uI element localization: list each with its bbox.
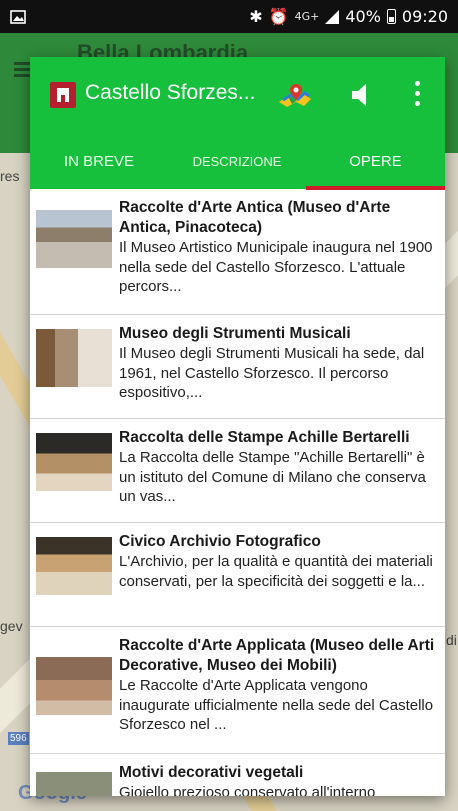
list-item[interactable]: Raccolte d'Arte Antica (Museo d'Arte Ant… [30, 189, 445, 315]
item-description: Le Raccolte d'Arte Applicata vengono ina… [119, 677, 434, 733]
artworks-list: Raccolte d'Arte Antica (Museo d'Arte Ant… [30, 189, 445, 796]
alarm-icon: ⏰ [268, 7, 289, 26]
tab-opere[interactable]: OPERE [306, 134, 445, 189]
item-title: Raccolte d'Arte Applicata (Museo delle A… [119, 637, 435, 674]
tab-bar: IN BREVE DESCRIZIONE OPERE [30, 134, 445, 189]
list-item[interactable]: Museo degli Strumenti Musicali Il Museo … [30, 315, 445, 419]
item-description: Il Museo degli Strumenti Musicali ha sed… [119, 345, 425, 401]
status-bar: ✱ ⏰ 4G+ 40% 09:20 [0, 0, 458, 33]
castle-icon [50, 82, 76, 108]
list-item[interactable]: Raccolta delle Stampe Achille Bertarelli… [30, 419, 445, 523]
item-description: Il Museo Artistico Municipale inaugura n… [119, 239, 433, 295]
item-title: Museo degli Strumenti Musicali [119, 325, 351, 342]
battery-level: 40% [345, 7, 381, 26]
item-description: La Raccolta delle Stampe "Achille Bertar… [119, 449, 426, 505]
battery-icon [386, 9, 396, 24]
tab-descrizione[interactable]: DESCRIZIONE [168, 134, 306, 189]
map-road-label: 596 [8, 732, 29, 745]
item-title: Motivi decorativi vegetali [119, 764, 304, 781]
map-label: res [0, 168, 20, 184]
signal-icon [325, 9, 340, 24]
map-label: gev [0, 618, 23, 634]
gallery-notification-icon [10, 9, 26, 24]
museum-dialog: Castello Sforzes... IN BREVE DESCRIZIONE… [30, 57, 445, 796]
item-description: L'Archivio, per la qualità e quantità de… [119, 553, 433, 590]
item-thumbnail [36, 772, 112, 796]
list-item[interactable]: Motivi decorativi vegetali Gioiello prez… [30, 754, 445, 796]
item-title: Civico Archivio Fotografico [119, 533, 321, 550]
item-thumbnail [36, 329, 112, 387]
map-label: di [446, 632, 457, 648]
bluetooth-icon: ✱ [249, 7, 263, 26]
tab-in-breve[interactable]: IN BREVE [30, 134, 168, 189]
item-description: Gioiello prezioso conservato all'interno [119, 784, 376, 796]
dialog-toolbar: Castello Sforzes... [30, 57, 445, 134]
more-options-icon[interactable] [414, 81, 422, 109]
list-item[interactable]: Raccolte d'Arte Applicata (Museo delle A… [30, 627, 445, 754]
dialog-title: Castello Sforzes... [85, 81, 256, 104]
clock: 09:20 [401, 7, 448, 26]
item-title: Raccolta delle Stampe Achille Bertarelli [119, 429, 410, 446]
item-thumbnail [36, 537, 112, 595]
map-icon[interactable] [278, 82, 312, 108]
speaker-icon[interactable] [348, 81, 376, 109]
item-thumbnail [36, 210, 112, 268]
item-title: Raccolte d'Arte Antica (Museo d'Arte Ant… [119, 199, 391, 236]
item-thumbnail [36, 657, 112, 715]
network-type: 4G+ [294, 10, 320, 23]
list-item[interactable]: Civico Archivio Fotografico L'Archivio, … [30, 523, 445, 627]
item-thumbnail [36, 433, 112, 491]
